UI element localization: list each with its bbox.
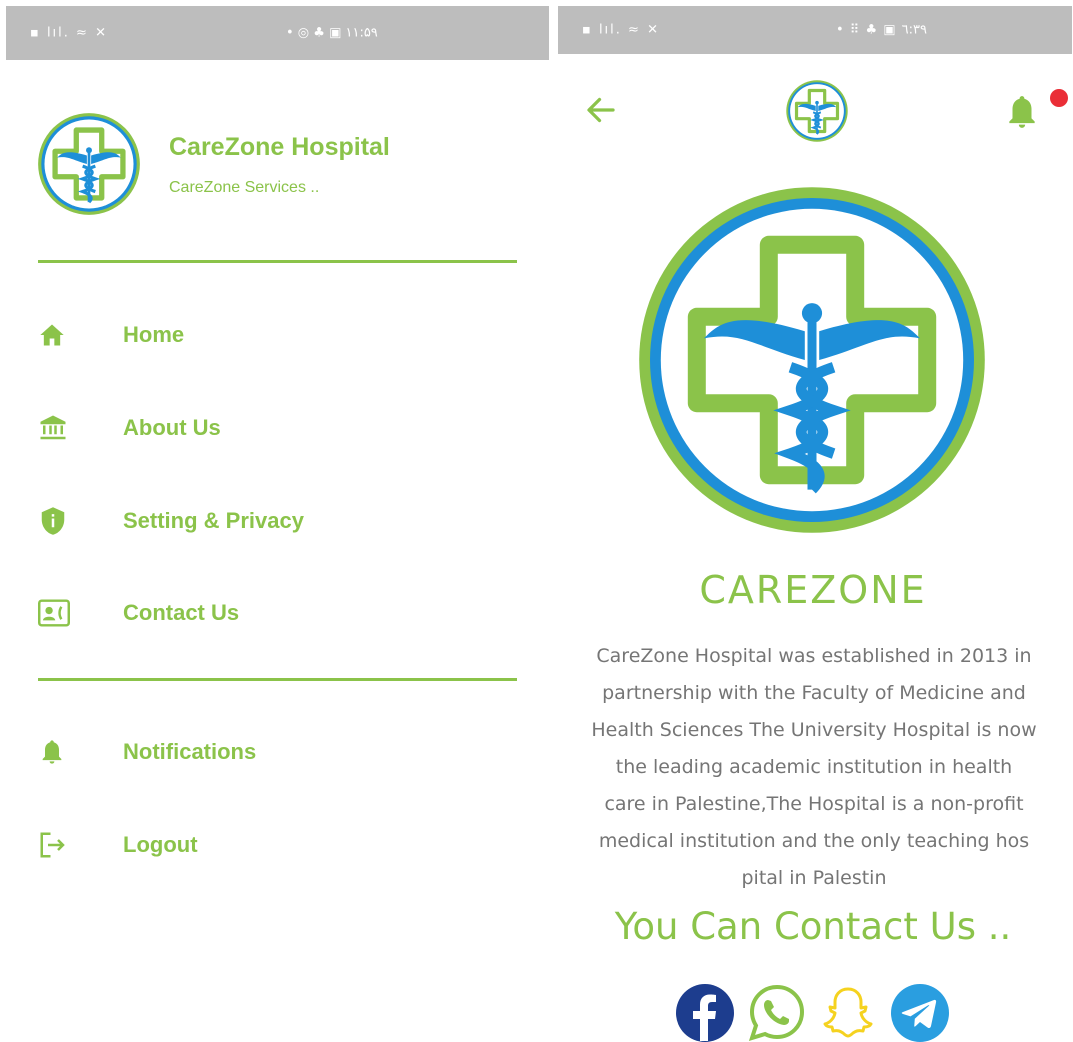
menu-item-contact-us[interactable]: Contact Us <box>38 585 517 641</box>
divider <box>38 260 517 263</box>
notification-bell-icon[interactable] <box>1003 92 1041 132</box>
menu-label-setting-privacy: Setting & Privacy <box>123 508 304 533</box>
about-line: Health Sciences The University Hospital … <box>591 719 1037 741</box>
divider <box>38 678 517 681</box>
menu-label-notifications: Notifications <box>123 739 257 764</box>
menu-label-home: Home <box>123 322 185 347</box>
app-name: CareZone Hospital <box>169 133 390 161</box>
menu-item-setting-privacy[interactable]: Setting & Privacy <box>38 493 517 549</box>
contact-title: You Can Contact Us .. <box>614 905 1012 948</box>
hospital-logo <box>36 111 142 217</box>
status-left-icons: ▪ lıl. ≈ ✕ <box>30 25 108 41</box>
menu-item-notifications[interactable]: Notifications <box>38 724 517 780</box>
shield-icon <box>38 505 70 537</box>
menu-item-about-us[interactable]: About Us <box>38 400 517 456</box>
about-line: partnership with the Faculty of Medicine… <box>602 682 1026 704</box>
about-line: medical institution and the only teachin… <box>598 830 1030 852</box>
about-line: the leading academic institution in heal… <box>615 756 1013 778</box>
drawer-screen: ▪ lıl. ≈ ✕ • ◎ ♣ ▣ ۱۱:۵۹ CareZone Hospit… <box>0 0 553 1042</box>
status-left-icons: ▪ lıl. ≈ ✕ <box>582 22 660 38</box>
about-description: CareZone Hospital was established in 201… <box>561 638 1067 897</box>
social-links <box>675 983 950 1042</box>
app-subtitle: CareZone Services .. <box>169 179 320 196</box>
notification-badge <box>1050 89 1068 107</box>
snapchat-icon[interactable] <box>818 983 878 1042</box>
contact-card-icon <box>38 597 70 629</box>
menu-label-contact-us: Contact Us <box>123 600 240 625</box>
bank-icon <box>38 412 70 444</box>
menu-label-about-us: About Us <box>123 415 221 440</box>
about-line: care in Palestine,The Hospital is a non-… <box>604 793 1024 815</box>
header-logo <box>785 79 849 143</box>
whatsapp-icon[interactable] <box>747 983 807 1042</box>
hospital-logo-large <box>632 180 992 540</box>
menu-item-logout[interactable]: Logout <box>38 817 517 873</box>
facebook-icon[interactable] <box>675 983 735 1042</box>
back-arrow-icon[interactable] <box>583 92 619 128</box>
menu-label-logout: Logout <box>123 832 198 857</box>
menu-item-home[interactable]: Home <box>38 307 517 363</box>
telegram-icon[interactable] <box>890 983 950 1042</box>
status-bar: ▪ lıl. ≈ ✕ • ⠿ ♣ ▣ ٦:٣٩ <box>558 6 1072 54</box>
about-line: CareZone Hospital was established in 201… <box>596 645 1032 667</box>
about-line: pital in Palestin <box>741 867 887 889</box>
status-right-icons: • ◎ ♣ ▣ ۱۱:۵۹ <box>286 25 378 41</box>
brand-title: CAREZONE <box>699 568 927 612</box>
home-icon <box>38 319 70 351</box>
status-bar: ▪ lıl. ≈ ✕ • ◎ ♣ ▣ ۱۱:۵۹ <box>6 6 549 60</box>
bell-icon <box>38 736 70 768</box>
about-screen: ▪ lıl. ≈ ✕ • ⠿ ♣ ▣ ٦:٣٩ CAREZONE CareZon… <box>553 0 1073 1042</box>
status-right-icons: • ⠿ ♣ ▣ ٦:٣٩ <box>836 22 927 38</box>
logout-icon <box>38 829 70 861</box>
